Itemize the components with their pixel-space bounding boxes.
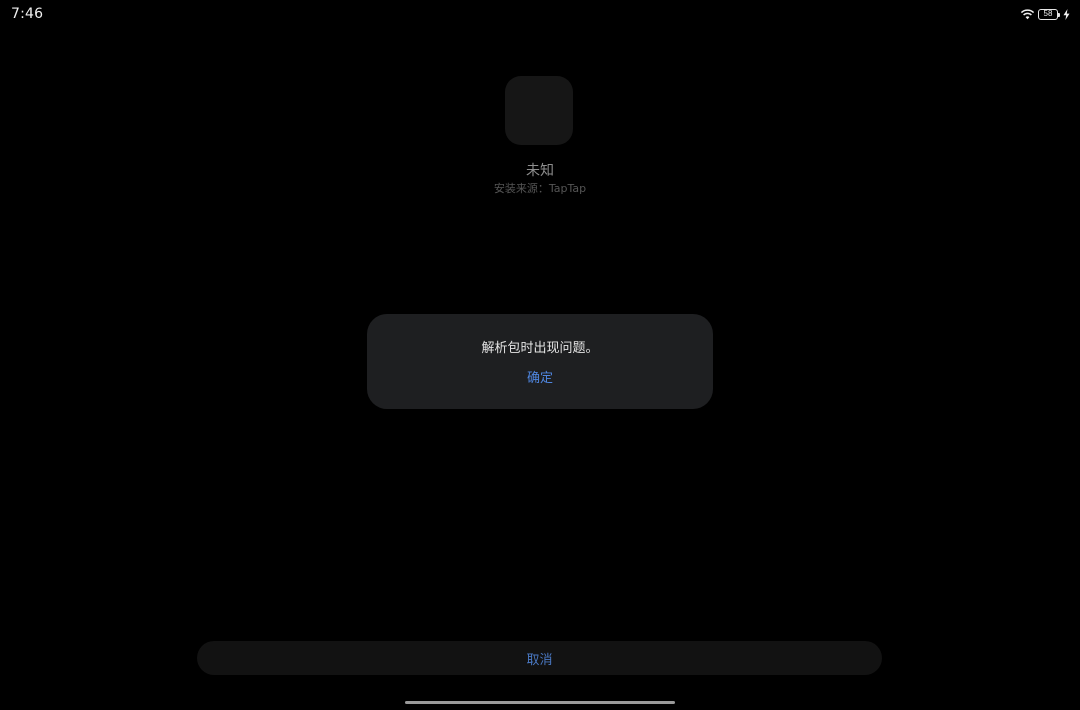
battery-icon: 58 [1038,8,1060,20]
battery-level: 58 [1043,9,1053,18]
home-indicator[interactable] [405,701,675,704]
install-source: 安装来源：TapTap [493,182,587,195]
wifi-icon [1020,9,1035,20]
status-icons: 58 [1020,7,1070,21]
dialog-message: 解析包时出现问题。 [481,341,599,356]
error-dialog: 解析包时出现问题。 确定 [367,314,713,409]
installer-screen: 7:46 58 未知 安装来源：TapTap 解析包时出现问题。 确定 取消 [0,0,1080,710]
cancel-button[interactable]: 取消 [197,641,882,675]
status-time: 7:46 [11,6,44,22]
confirm-button[interactable]: 确定 [500,369,580,389]
charging-bolt-icon [1063,8,1070,20]
cancel-label: 取消 [526,652,553,668]
app-icon [505,76,573,145]
app-name: 未知 [526,163,554,179]
